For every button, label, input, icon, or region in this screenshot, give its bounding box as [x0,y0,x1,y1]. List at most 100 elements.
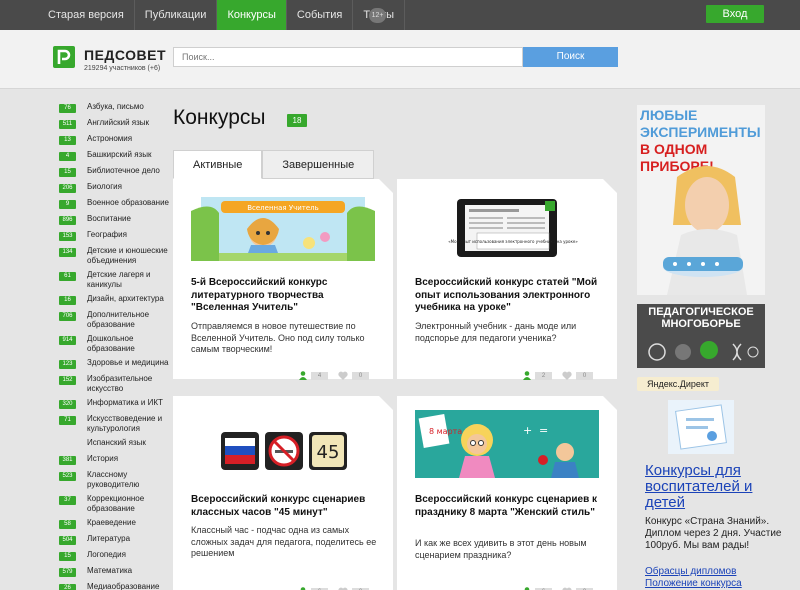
sidebar-item[interactable]: 381 История [59,454,173,465]
sidebar-item-label[interactable]: Классному руководителю [76,470,173,489]
contest-title[interactable]: Всероссийский конкурс статей "Мой опыт и… [415,277,607,315]
sidebar-item[interactable]: 9 Военное образование [59,198,173,209]
sidebar-item[interactable]: 152 Изобразительное искусство [59,374,173,393]
sidebar-item-label[interactable]: Астрономия [76,134,132,144]
contest-image[interactable]: «Мой опыт использования электронного уче… [415,193,599,261]
rules-link[interactable]: Положение конкурса [645,578,742,590]
sidebar-item-label[interactable]: Английский язык [76,118,149,128]
sidebar-item[interactable]: 511 Английский язык [59,118,173,129]
heart-icon[interactable] [562,583,572,590]
sidebar-item-label[interactable]: Воспитание [76,214,131,224]
sidebar-item-label[interactable]: Детские и юношеские объединения [76,246,173,265]
heart-icon[interactable] [338,367,348,385]
sidebar-item-label[interactable]: Здоровье и медицина [76,358,168,368]
contest-card[interactable]: 8 марта + = Всероссийский конкурс сценар… [397,396,617,590]
logo-title[interactable]: ПЕДСОВЕТ [84,47,166,63]
sidebar-item-count: 123 [59,360,76,369]
sidebar-item[interactable]: 71 Искусствоведение и культурология [59,414,173,433]
diplomas-link[interactable]: Обрасцы дипломов [645,566,736,578]
sidebar-item[interactable]: Испанский язык [59,438,173,449]
search-button[interactable]: Поиск [523,47,618,67]
contest-card[interactable]: 45 Всероссийский конкурс сценариев класс… [173,396,393,590]
logo-icon[interactable] [53,46,75,68]
sidebar-item-label[interactable]: Башкирский язык [76,150,151,160]
contest-image[interactable]: 45 [191,410,375,478]
sidebar-item-label[interactable]: Дошкольное образование [76,334,173,353]
contest-image[interactable]: Вселенная Учитель [191,193,375,261]
ad-banner-experiments[interactable]: ЛЮБЫЕ ЭКСПЕРИМЕНТЫ В ОДНОМ ПРИБОРЕ! [637,105,765,295]
yandex-direct-label[interactable]: Яндекс.Директ [637,377,719,391]
nav-old-version[interactable]: Старая версия [38,0,135,30]
sidebar-item[interactable]: 206 Биология [59,182,173,193]
sidebar-item[interactable]: 16 Дизайн, архитектура [59,294,173,305]
contest-title[interactable]: Всероссийский конкурс сценариев классных… [191,494,383,519]
heart-icon[interactable] [338,583,348,590]
sidebar-item-label[interactable]: Математика [76,566,132,576]
sidebar-item[interactable]: 13 Астрономия [59,134,173,145]
sidebar-item[interactable]: 37 Коррекционное образование [59,494,173,513]
ad-banner-pedagogical[interactable]: ПЕДАГОГИЧЕСКОЕ МНОГОБОРЬЕ [637,304,765,368]
sidebar-item[interactable]: 26 Медиаобразование [59,582,173,590]
sidebar-item-count: 504 [59,536,76,545]
sidebar-item-label[interactable]: География [76,230,127,240]
card-corner-fold [603,396,617,410]
page-title: Конкурсы [173,106,266,129]
sidebar-item-label[interactable]: Азбука, письмо [76,102,144,112]
contest-title[interactable]: 5-й Всероссийский конкурс литературного … [191,277,383,315]
sidebar-item-count: 523 [59,472,76,481]
sidebar-item[interactable]: 15 Библиотечное дело [59,166,173,177]
sidebar-item-label[interactable]: Искусствоведение и культурология [76,414,173,433]
sidebar-item[interactable]: 4 Башкирский язык [59,150,173,161]
sidebar-item[interactable]: 896 Воспитание [59,214,173,225]
contest-card[interactable]: «Мой опыт использования электронного уче… [397,179,617,380]
sidebar-item-label[interactable]: Логопедия [76,550,126,560]
sidebar-item-count: 58 [59,520,76,529]
nav-contests[interactable]: Конкурсы [217,0,287,30]
sidebar-item-label[interactable]: Информатика и ИКТ [76,398,163,408]
sidebar-item[interactable]: 61 Детские лагеря и каникулы [59,270,173,289]
sidebar-item[interactable]: 58 Краеведение [59,518,173,529]
tab-active[interactable]: Активные [173,150,263,179]
sidebar-item-label[interactable]: Медиаобразование [76,582,159,590]
sidebar-item[interactable]: 579 Математика [59,566,173,577]
sidebar-item[interactable]: 76 Азбука, письмо [59,102,173,113]
login-button[interactable]: Вход [706,5,764,23]
sidebar-item-count: 4 [59,152,76,161]
nav-publications[interactable]: Публикации [135,0,218,30]
contest-title[interactable]: Всероссийский конкурс сценариев к праздн… [415,494,607,519]
sidebar-item[interactable]: 153 География [59,230,173,241]
sidebar-item-label[interactable]: Дополнительное образование [76,310,173,329]
sidebar-item-count: 914 [59,336,76,345]
tab-finished[interactable]: Завершенные [262,150,375,179]
promo-link[interactable]: Конкурсы для воспитателей и детей [645,463,795,511]
sidebar-item[interactable]: 320 Информатика и ИКТ [59,398,173,409]
sidebar-item-label[interactable]: Испанский язык [76,438,146,448]
search-input[interactable] [173,47,523,67]
sidebar-item[interactable]: 504 Литература [59,534,173,545]
contest-card[interactable]: Вселенная Учитель 5-й Всероссийский конк… [173,179,393,380]
sidebar-item-label[interactable]: Краеведение [76,518,136,528]
sidebar-item-label[interactable]: Военное образование [76,198,169,208]
sidebar-item[interactable]: 15 Логопедия [59,550,173,561]
ad-person-with-device [663,166,747,295]
contest-image[interactable]: 8 марта + = [415,410,599,478]
nav-events[interactable]: События [287,0,354,30]
sidebar-item-count: 511 [59,120,76,129]
sidebar-item[interactable]: 523 Классному руководителю [59,470,173,489]
promo-image[interactable] [668,400,734,454]
sidebar-item[interactable]: 914 Дошкольное образование [59,334,173,353]
sidebar-item[interactable]: 706 Дополнительное образование [59,310,173,329]
sidebar-item-label[interactable]: Изобразительное искусство [76,374,173,393]
sidebar-item-label[interactable]: Дизайн, архитектура [76,294,164,304]
participant-icon [523,583,531,590]
sidebar-item-label[interactable]: История [76,454,118,464]
sidebar-item-label[interactable]: Коррекционное образование [76,494,173,513]
subject-sidebar: 76 Азбука, письмо 511 Английский язык 13 Астр… [59,102,173,590]
sidebar-item-label[interactable]: Библиотечное дело [76,166,160,176]
sidebar-item-label[interactable]: Биология [76,182,122,192]
sidebar-item[interactable]: 134 Детские и юношеские объединения [59,246,173,265]
sidebar-item[interactable]: 123 Здоровье и медицина [59,358,173,369]
sidebar-item-label[interactable]: Детские лагеря и каникулы [76,270,173,289]
heart-icon[interactable] [562,367,572,385]
sidebar-item-label[interactable]: Литература [76,534,130,544]
